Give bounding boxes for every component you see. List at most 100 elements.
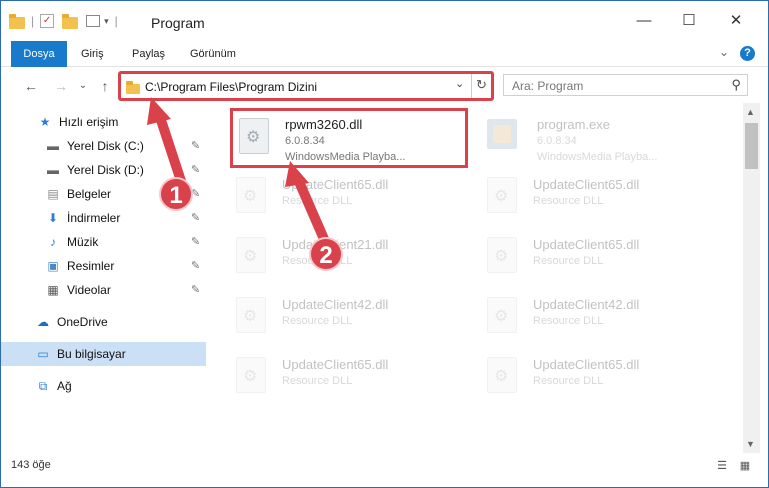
back-button[interactable]: ← — [21, 77, 41, 95]
window-title: Program — [151, 15, 205, 31]
file-type: Resource DLL — [533, 315, 604, 327]
sidebar-item-label: Ağ — [57, 379, 72, 393]
quick-access-toolbar: | ✓ ▾ | — [9, 11, 124, 31]
sidebar-item-this-pc[interactable]: ▭ Bu bilgisayar — [1, 342, 206, 366]
folder-icon[interactable] — [9, 14, 25, 29]
sidebar-item-disk-c[interactable]: ▬ Yerel Disk (C:) ✎ — [1, 134, 206, 158]
title-bar: | ✓ ▾ | Program — ☐ ✕ — [1, 1, 768, 41]
file-item[interactable]: program.exe 6.0.8.34 WindowsMedia Playba… — [481, 109, 721, 165]
address-dropdown-icon[interactable]: ⌄ — [455, 77, 464, 90]
file-item[interactable]: UpdateClient65.dll Resource DLL — [481, 169, 721, 225]
recent-locations-button[interactable]: ⌄ — [73, 77, 93, 95]
pin-icon[interactable]: ✎ — [191, 259, 200, 272]
rename-icon[interactable] — [86, 15, 101, 27]
sidebar-item-pictures[interactable]: ▣ Resimler ✎ — [1, 254, 206, 278]
file-name: UpdateClient65.dll — [533, 177, 640, 192]
file-version: 6.0.8.34 — [537, 135, 577, 147]
sidebar-item-label: Videolar — [67, 283, 111, 297]
pin-icon[interactable]: ✎ — [191, 211, 200, 224]
minimize-button[interactable]: — — [629, 11, 659, 31]
status-bar: 143 öğe ☰ ▦ — [1, 455, 768, 477]
details-view-icon[interactable]: ☰ — [714, 459, 730, 473]
help-icon[interactable]: ? — [740, 46, 755, 61]
up-button[interactable]: ↑ — [95, 77, 115, 95]
drive-icon: ▬ — [47, 139, 59, 153]
file-item[interactable]: UpdateClient65.dll Resource DLL — [481, 229, 721, 285]
documents-icon: ▤ — [47, 187, 59, 201]
file-item[interactable]: UpdateClient65.dll Resource DLL — [230, 169, 470, 225]
search-box[interactable]: Ara: Program ⚲ — [503, 74, 748, 96]
scroll-up-arrow-icon[interactable]: ▲ — [746, 107, 755, 117]
vertical-scrollbar[interactable]: ▲ ▼ — [743, 103, 760, 453]
navigation-bar: ← → ⌄ ↑ C:\Program Files\Program Dizini … — [1, 68, 768, 102]
cloud-icon: ☁ — [37, 315, 49, 329]
tab-home[interactable]: Giriş — [69, 41, 116, 67]
file-name: UpdateClient42.dll — [533, 297, 640, 312]
maximize-button[interactable]: ☐ — [674, 11, 704, 31]
folder-icon — [126, 81, 140, 94]
refresh-button[interactable]: ↻ — [471, 74, 491, 98]
pin-icon[interactable]: ✎ — [191, 163, 200, 176]
properties-icon[interactable]: ✓ — [40, 14, 55, 28]
file-version: 6.0.8.34 — [285, 135, 325, 147]
pin-icon[interactable]: ✎ — [191, 235, 200, 248]
tab-share[interactable]: Paylaş — [120, 41, 177, 67]
sidebar-item-label: Müzik — [67, 235, 99, 249]
pin-icon[interactable]: ✎ — [191, 283, 200, 296]
drive-icon: ▬ — [47, 163, 59, 177]
sidebar-item-label: Yerel Disk (D:) — [67, 163, 144, 177]
customize-toolbar-icon[interactable]: ▾ — [104, 16, 109, 27]
file-type: Resource DLL — [533, 255, 604, 267]
file-name: UpdateClient65.dll — [282, 357, 389, 372]
file-name: UpdateClient65.dll — [282, 177, 389, 192]
file-item-highlighted[interactable]: rpwm3260.dll 6.0.8.34 WindowsMedia Playb… — [230, 108, 468, 168]
file-name: UpdateClient65.dll — [533, 357, 640, 372]
file-type: Resource DLL — [282, 375, 353, 387]
close-button[interactable]: ✕ — [721, 11, 751, 31]
sidebar-item-videos[interactable]: ▦ Videolar ✎ — [1, 278, 206, 302]
forward-button[interactable]: → — [51, 77, 71, 95]
network-icon: ⧉ — [38, 379, 48, 393]
ribbon-tabs: Dosya Giriş Paylaş Görünüm ⌄ ? — [1, 41, 768, 67]
file-name: rpwm3260.dll — [285, 117, 363, 132]
scrollbar-thumb[interactable] — [745, 123, 758, 169]
new-folder-icon[interactable] — [62, 14, 79, 29]
sidebar-item-label: OneDrive — [57, 315, 108, 329]
download-icon: ⬇ — [47, 211, 59, 225]
file-item[interactable]: UpdateClient42.dll Resource DLL — [481, 289, 721, 345]
sidebar-item-quick-access[interactable]: ★ Hızlı erişim — [1, 110, 206, 134]
file-item[interactable]: UpdateClient65.dll Resource DLL — [230, 349, 470, 405]
sidebar-item-music[interactable]: ♪ Müzik ✎ — [1, 230, 206, 254]
tab-view[interactable]: Görünüm — [178, 41, 248, 67]
address-bar[interactable]: C:\Program Files\Program Dizini ⌄ ↻ — [118, 71, 494, 101]
sidebar-item-onedrive[interactable]: ☁ OneDrive — [1, 310, 206, 334]
search-input[interactable]: Ara: Program — [512, 79, 583, 93]
dll-file-icon — [239, 118, 269, 154]
music-icon: ♪ — [50, 235, 56, 249]
file-type: Resource DLL — [533, 195, 604, 207]
file-name: UpdateClient42.dll — [282, 297, 389, 312]
exe-file-icon — [487, 119, 517, 149]
dll-file-icon — [236, 177, 266, 213]
tab-file[interactable]: Dosya — [11, 41, 67, 67]
file-type: Resource DLL — [533, 375, 604, 387]
separator: | — [31, 14, 35, 28]
collapse-ribbon-icon[interactable]: ⌄ — [719, 45, 729, 59]
pin-icon[interactable]: ✎ — [191, 139, 200, 152]
sidebar-item-network[interactable]: ⧉ Ağ — [1, 374, 206, 398]
sidebar-item-label: İndirmeler — [67, 211, 121, 225]
file-name: program.exe — [537, 117, 610, 132]
dll-file-icon — [236, 237, 266, 273]
address-path[interactable]: C:\Program Files\Program Dizini — [145, 80, 317, 94]
pictures-icon: ▣ — [47, 259, 59, 273]
navigation-pane: ★ Hızlı erişim ▬ Yerel Disk (C:) ✎ ▬ Yer… — [1, 103, 206, 453]
large-icons-view-icon[interactable]: ▦ — [737, 459, 753, 473]
star-icon: ★ — [39, 115, 51, 129]
scroll-down-arrow-icon[interactable]: ▼ — [746, 439, 755, 449]
search-icon[interactable]: ⚲ — [731, 77, 741, 93]
file-item[interactable]: UpdateClient21.dll Resource DLL — [230, 229, 470, 285]
file-item[interactable]: UpdateClient42.dll Resource DLL — [230, 289, 470, 345]
file-item[interactable]: UpdateClient65.dll Resource DLL — [481, 349, 721, 405]
file-type: Resource DLL — [282, 195, 353, 207]
file-description: WindowsMedia Playba... — [285, 151, 406, 163]
